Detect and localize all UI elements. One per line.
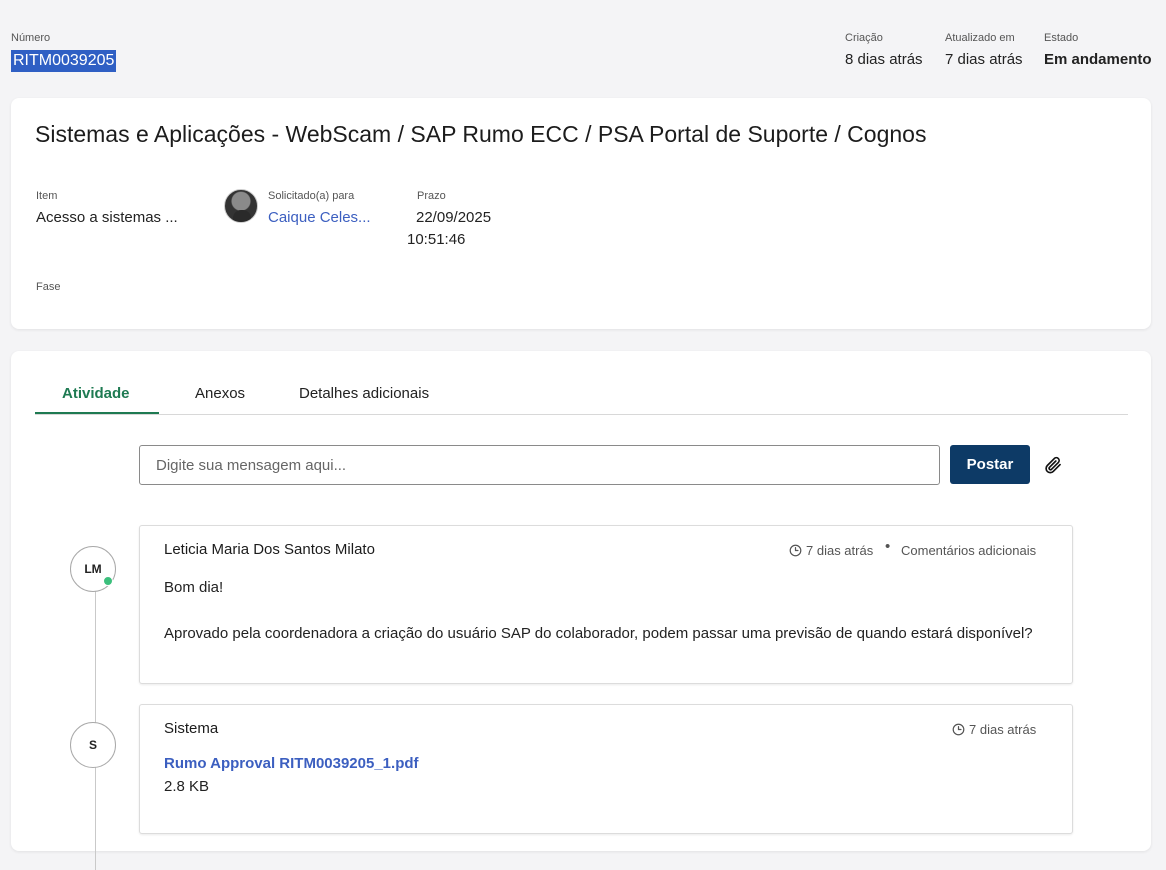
entry-body-line: Aprovado pela coordenadora a criação do … xyxy=(164,625,1033,642)
entry-author: Sistema xyxy=(164,720,219,737)
post-button[interactable]: Postar xyxy=(950,445,1030,484)
clock-icon xyxy=(789,544,802,557)
activity-entry: Leticia Maria Dos Santos Milato 7 dias a… xyxy=(139,525,1073,684)
created-value: 8 dias atrás xyxy=(845,51,923,68)
clock-icon xyxy=(952,723,965,736)
activity-card: Atividade Anexos Detalhes adicionais Pos… xyxy=(11,351,1151,870)
state-label: Estado xyxy=(1044,32,1079,44)
requested-for-label: Solicitado(a) para xyxy=(268,190,355,202)
entry-time: 7 dias atrás xyxy=(789,543,873,558)
updated-value: 7 dias atrás xyxy=(945,51,1023,68)
attachment-size: 2.8 KB xyxy=(164,778,210,795)
number-label: Número xyxy=(11,32,51,44)
timeline-line xyxy=(95,570,96,870)
entry-body: Bom dia! Aprovado pela coordenadora a cr… xyxy=(164,576,1044,645)
record-number[interactable]: RITM0039205 xyxy=(11,50,117,72)
paperclip-icon[interactable] xyxy=(1043,455,1063,475)
entry-time-text: 7 dias atrás xyxy=(806,543,874,558)
avatar-initials: LM xyxy=(84,562,102,576)
page-title: Sistemas e Aplicações - WebScam / SAP Ru… xyxy=(35,121,927,147)
attachment-link[interactable]: Rumo Approval RITM0039205_1.pdf xyxy=(164,755,419,772)
due-date: 22/09/2025 xyxy=(416,209,492,226)
entry-separator: • xyxy=(885,538,891,555)
state-meta: Estado Em andamento xyxy=(1044,32,1152,68)
created-label: Criação xyxy=(845,32,883,44)
state-value: Em andamento xyxy=(1044,51,1152,68)
activity-entry: Sistema 7 dias atrás Rumo Approval RITM0… xyxy=(139,704,1073,834)
tab-anexos[interactable]: Anexos xyxy=(195,385,245,402)
due-time: 10:51:46 xyxy=(407,231,466,248)
requester-avatar xyxy=(224,189,258,223)
due-label: Prazo xyxy=(417,190,446,202)
entry-body-line: Bom dia! xyxy=(164,579,224,596)
summary-card: Sistemas e Aplicações - WebScam / SAP Ru… xyxy=(11,98,1151,329)
requested-for-link[interactable]: Caique Celes... xyxy=(268,209,371,226)
created-meta: Criação 8 dias atrás xyxy=(845,32,923,68)
entry-author: Leticia Maria Dos Santos Milato xyxy=(164,541,375,558)
updated-meta: Atualizado em 7 dias atrás xyxy=(945,32,1023,68)
avatar-initials: S xyxy=(88,738,97,752)
tab-bar: Atividade Anexos Detalhes adicionais xyxy=(35,375,1128,415)
entry-time: 7 dias atrás xyxy=(952,722,1036,737)
entry-time-text: 7 dias atrás xyxy=(969,722,1037,737)
avatar: S xyxy=(70,722,116,768)
entry-kind: Comentários adicionais xyxy=(901,543,1037,558)
message-input[interactable] xyxy=(139,445,940,485)
item-value: Acesso a sistemas ... xyxy=(36,209,178,226)
record-header: Número RITM0039205 Criação 8 dias atrás … xyxy=(0,0,1166,90)
updated-label: Atualizado em xyxy=(945,32,1015,44)
online-status-dot xyxy=(103,576,113,586)
tab-detalhes-adicionais[interactable]: Detalhes adicionais xyxy=(299,385,429,402)
item-label: Item xyxy=(36,190,58,202)
active-tab-indicator xyxy=(35,412,159,414)
tab-atividade[interactable]: Atividade xyxy=(62,385,130,402)
phase-label: Fase xyxy=(36,281,61,293)
